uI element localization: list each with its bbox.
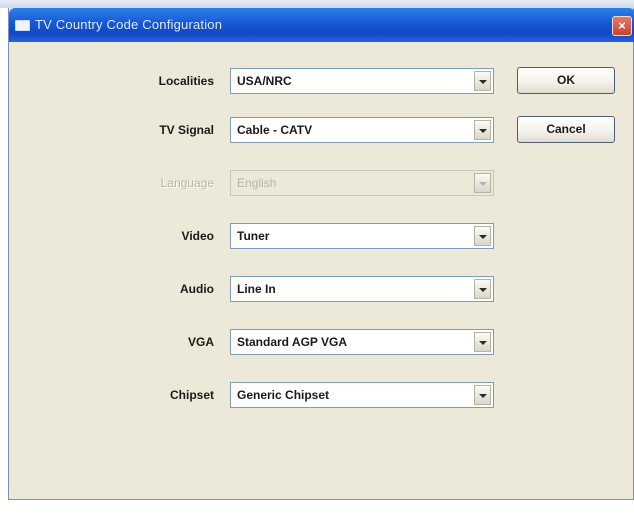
localities-value: USA/NRC — [237, 74, 292, 88]
dialog-window: TV Country Code Configuration × Localiti… — [8, 8, 634, 500]
chevron-down-icon[interactable] — [474, 385, 491, 405]
vga-dropdown[interactable]: Standard AGP VGA — [230, 329, 494, 355]
vga-value: Standard AGP VGA — [237, 335, 348, 349]
background-strip — [0, 0, 634, 8]
chevron-down-icon[interactable] — [474, 226, 491, 246]
tv-signal-label: TV Signal — [159, 123, 214, 137]
window-icon — [15, 20, 30, 31]
chipset-value: Generic Chipset — [237, 388, 330, 402]
localities-dropdown[interactable]: USA/NRC — [230, 68, 494, 94]
video-value: Tuner — [237, 229, 270, 243]
title-bar[interactable]: TV Country Code Configuration × — [9, 8, 634, 42]
chevron-down-icon[interactable] — [474, 120, 491, 140]
chevron-down-icon — [474, 173, 491, 193]
video-label: Video — [181, 229, 214, 243]
audio-value: Line In — [237, 282, 276, 296]
video-dropdown[interactable]: Tuner — [230, 223, 494, 249]
vga-label: VGA — [187, 335, 214, 349]
localities-label: Localities — [158, 74, 214, 88]
window-title: TV Country Code Configuration — [35, 17, 223, 32]
tv-signal-value: Cable - CATV — [237, 123, 313, 137]
ok-button[interactable]: OK — [517, 67, 615, 94]
language-label: Language — [160, 176, 214, 190]
tv-signal-dropdown[interactable]: Cable - CATV — [230, 117, 494, 143]
close-button[interactable]: × — [612, 16, 632, 36]
audio-dropdown[interactable]: Line In — [230, 276, 494, 302]
audio-label: Audio — [180, 282, 214, 296]
chevron-down-icon[interactable] — [474, 279, 491, 299]
language-dropdown: English — [230, 170, 494, 196]
cancel-button[interactable]: Cancel — [517, 116, 615, 143]
chipset-label: Chipset — [169, 388, 214, 402]
close-icon: × — [618, 18, 626, 33]
chevron-down-icon[interactable] — [474, 71, 491, 91]
chipset-dropdown[interactable]: Generic Chipset — [230, 382, 494, 408]
language-value: English — [237, 176, 277, 190]
chevron-down-icon[interactable] — [474, 332, 491, 352]
